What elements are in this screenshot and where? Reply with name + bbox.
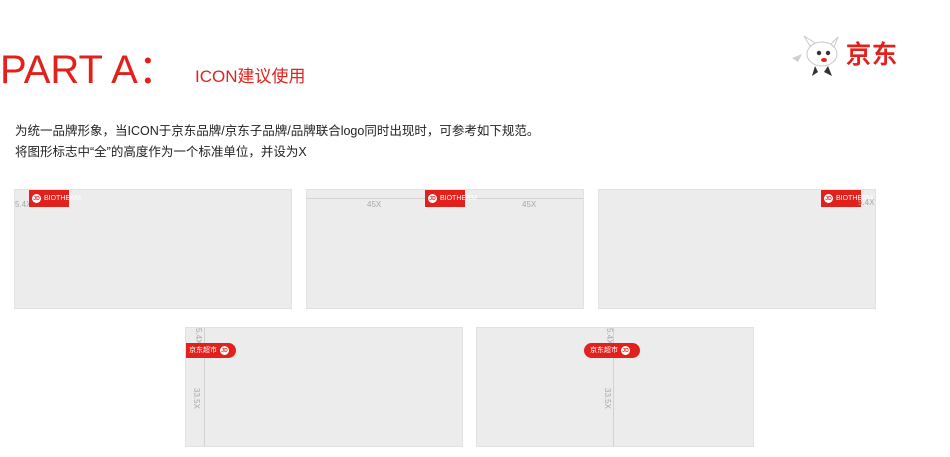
jd-icon: JD bbox=[220, 346, 229, 355]
measure-label-left: 45X bbox=[367, 200, 382, 209]
example-panel-2: 45X 45X JD BIOTHERM bbox=[306, 189, 584, 309]
co-brand-logo: JD BIOTHERM bbox=[425, 190, 477, 207]
jd-icon: JD bbox=[621, 346, 630, 355]
example-panel-5: 5.4X 33.5X 京东超市 JD bbox=[476, 327, 754, 447]
example-panel-4: 5.4X 33.5X 京东超市 JD bbox=[185, 327, 463, 447]
jd-supermarket-tag: 京东超市 JD bbox=[186, 343, 236, 358]
co-brand-logo: JD BIOTHERM bbox=[821, 190, 873, 207]
example-panel-1: 5.4X JD BIOTHERM bbox=[14, 189, 292, 309]
jd-supermarket-tag: 京东超市 JD bbox=[584, 343, 640, 358]
tag-text: 京东超市 bbox=[590, 346, 618, 354]
logo-text: BIOTHERM bbox=[44, 194, 81, 202]
jd-icon: JD bbox=[428, 194, 437, 203]
part-subtitle: ICON建议使用 bbox=[195, 67, 306, 86]
jd-icon: JD bbox=[824, 194, 833, 203]
example-panel-3: JD BIOTHERM 5.4X bbox=[598, 189, 876, 309]
tag-text: 京东超市 bbox=[189, 346, 217, 354]
jd-icon: JD bbox=[32, 194, 41, 203]
measure-label-side: 33.5X bbox=[192, 388, 201, 409]
description-line-2: 将图形标志中“全”的高度作为一个标准单位，并设为X bbox=[15, 145, 307, 159]
measure-label-top: 5.4X bbox=[605, 328, 614, 345]
part-title: PART A： bbox=[0, 48, 178, 92]
measure-label-side: 33.5X bbox=[603, 388, 612, 409]
jd-wordmark: 京东 bbox=[846, 40, 899, 69]
logo-text: BIOTHERM bbox=[440, 194, 477, 202]
co-brand-logo: JD BIOTHERM bbox=[29, 190, 81, 207]
description: 为统一品牌形象，当ICON于京东品牌/京东子品牌/品牌联合logo同时出现时，可… bbox=[15, 121, 539, 163]
measure-label-right: 45X bbox=[522, 200, 537, 209]
description-line-1: 为统一品牌形象，当ICON于京东品牌/京东子品牌/品牌联合logo同时出现时，可… bbox=[15, 124, 540, 138]
measure-label: 5.4X bbox=[858, 198, 875, 207]
measure-label-top: 5.4X bbox=[194, 328, 203, 345]
